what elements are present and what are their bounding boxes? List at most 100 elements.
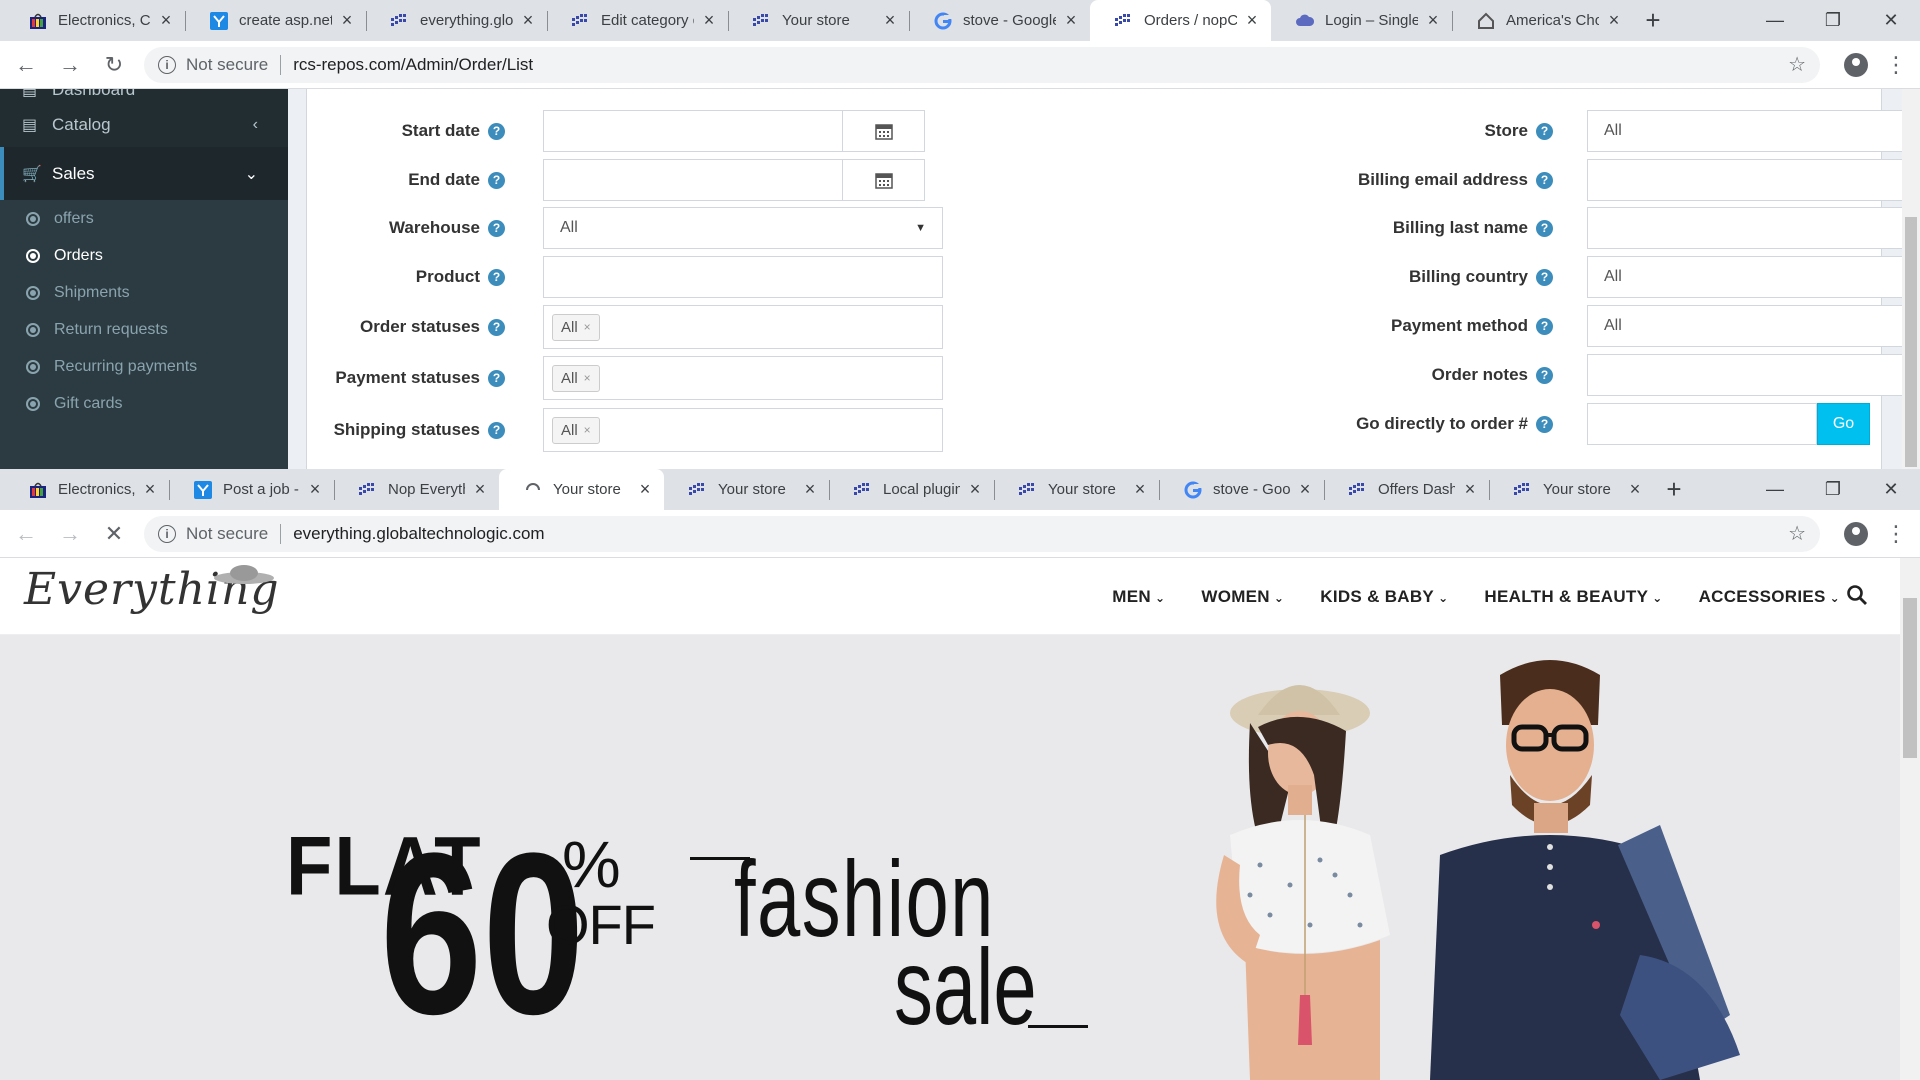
close-icon[interactable]: ×: [1131, 479, 1149, 500]
close-icon[interactable]: ×: [1605, 10, 1623, 31]
billing-email-input[interactable]: [1587, 159, 1920, 201]
minimize-icon[interactable]: —: [1746, 469, 1804, 510]
calendar-icon[interactable]: [843, 159, 925, 201]
star-icon[interactable]: ☆: [1788, 521, 1806, 546]
scroll-thumb[interactable]: [1903, 598, 1917, 758]
menu-item-women[interactable]: WOMEN ⌄: [1201, 587, 1284, 607]
sidebar-sub-gift-cards[interactable]: Gift cards: [0, 385, 288, 422]
close-window-icon[interactable]: ✕: [1862, 0, 1920, 41]
close-icon[interactable]: ×: [471, 479, 489, 500]
help-icon[interactable]: ?: [488, 219, 505, 237]
product-input[interactable]: [543, 256, 943, 298]
tab[interactable]: everything.glob ×: [366, 0, 547, 41]
menu-item-men[interactable]: MEN ⌄: [1112, 587, 1165, 607]
url-field[interactable]: i Not secure rcs-repos.com/Admin/Order/L…: [144, 46, 1820, 83]
tab[interactable]: create asp.net r ×: [185, 0, 366, 41]
payment-statuses-multiselect[interactable]: All ×: [543, 356, 943, 400]
menu-item-accessories[interactable]: ACCESSORIES ⌄: [1699, 587, 1840, 607]
menu-icon[interactable]: ⋮: [1878, 52, 1914, 78]
help-icon[interactable]: ?: [488, 369, 505, 387]
store-scrollbar[interactable]: [1900, 558, 1920, 1080]
tab[interactable]: Offers Dashb ×: [1324, 469, 1489, 510]
tab-active[interactable]: Orders / nopCo ×: [1090, 0, 1271, 41]
close-icon[interactable]: ×: [306, 479, 324, 500]
sidebar-sub-offers[interactable]: offers: [0, 200, 288, 237]
back-icon[interactable]: ←: [8, 516, 44, 552]
menu-icon[interactable]: ⋮: [1878, 521, 1914, 547]
order-statuses-multiselect[interactable]: All ×: [543, 305, 943, 349]
tab-active[interactable]: Your store ×: [499, 469, 664, 510]
remove-icon[interactable]: ×: [584, 320, 591, 334]
star-icon[interactable]: ☆: [1788, 52, 1806, 77]
stop-loading-icon[interactable]: ✕: [96, 516, 132, 552]
help-icon[interactable]: ?: [1536, 415, 1553, 433]
end-date-input[interactable]: [543, 159, 843, 201]
account-icon[interactable]: [1834, 52, 1878, 77]
tab[interactable]: Your store ×: [1489, 469, 1654, 510]
close-icon[interactable]: ×: [1296, 479, 1314, 500]
tab[interactable]: Edit category d ×: [547, 0, 728, 41]
reload-icon[interactable]: ↻: [96, 47, 132, 83]
help-icon[interactable]: ?: [488, 421, 505, 439]
forward-icon[interactable]: →: [52, 516, 88, 552]
help-icon[interactable]: ?: [488, 171, 505, 189]
close-icon[interactable]: ×: [1243, 10, 1261, 31]
sidebar-sub-return-requests[interactable]: Return requests: [0, 311, 288, 348]
billing-country-select[interactable]: All ▼: [1587, 256, 1920, 298]
info-icon[interactable]: i: [158, 55, 176, 74]
admin-scrollbar[interactable]: [1902, 89, 1920, 469]
store-select[interactable]: All ▼: [1587, 110, 1920, 152]
info-icon[interactable]: i: [158, 524, 176, 543]
tab[interactable]: Nop Everyth ×: [334, 469, 499, 510]
shipping-statuses-multiselect[interactable]: All ×: [543, 408, 943, 452]
help-icon[interactable]: ?: [1536, 171, 1553, 189]
promo-banner[interactable]: FLAT 60 % OFF fashion sale: [0, 635, 1900, 1080]
close-icon[interactable]: ×: [519, 10, 537, 31]
menu-item-kids-baby[interactable]: KIDS & BABY ⌄: [1320, 587, 1448, 607]
sidebar-sub-orders[interactable]: Orders: [0, 237, 288, 274]
search-icon[interactable]: [1846, 584, 1868, 606]
menu-item-health-beauty[interactable]: HEALTH & BEAUTY ⌄: [1484, 587, 1662, 607]
close-icon[interactable]: ×: [1626, 479, 1644, 500]
go-button[interactable]: Go: [1817, 403, 1870, 445]
sidebar-sub-shipments[interactable]: Shipments: [0, 274, 288, 311]
help-icon[interactable]: ?: [1536, 268, 1553, 286]
minimize-icon[interactable]: —: [1746, 0, 1804, 41]
payment-method-select[interactable]: All ▼: [1587, 305, 1920, 347]
tab[interactable]: Electronics, C ×: [4, 469, 169, 510]
calendar-icon[interactable]: [843, 110, 925, 152]
close-icon[interactable]: ×: [1062, 10, 1080, 31]
help-icon[interactable]: ?: [1536, 317, 1553, 335]
help-icon[interactable]: ?: [1536, 219, 1553, 237]
forward-icon[interactable]: →: [52, 47, 88, 83]
tab[interactable]: Your store ×: [664, 469, 829, 510]
sidebar-sub-recurring-payments[interactable]: Recurring payments: [0, 348, 288, 385]
help-icon[interactable]: ?: [488, 268, 505, 286]
sidebar-item-catalog[interactable]: ▤ Catalog ‹: [0, 103, 288, 147]
warehouse-select[interactable]: All ▼: [543, 207, 943, 249]
order-number-input[interactable]: [1587, 403, 1817, 445]
start-date-input[interactable]: [543, 110, 843, 152]
help-icon[interactable]: ?: [488, 318, 505, 336]
close-icon[interactable]: ×: [636, 479, 654, 500]
restore-icon[interactable]: ❐: [1804, 0, 1862, 41]
account-icon[interactable]: [1834, 521, 1878, 546]
close-icon[interactable]: ×: [966, 479, 984, 500]
help-icon[interactable]: ?: [1536, 122, 1553, 140]
remove-icon[interactable]: ×: [584, 371, 591, 385]
close-window-icon[interactable]: ✕: [1862, 469, 1920, 510]
close-icon[interactable]: ×: [141, 479, 159, 500]
new-tab-button[interactable]: +: [1654, 469, 1694, 510]
back-icon[interactable]: ←: [8, 47, 44, 83]
restore-icon[interactable]: ❐: [1804, 469, 1862, 510]
tab[interactable]: stove - Google ×: [909, 0, 1090, 41]
close-icon[interactable]: ×: [1461, 479, 1479, 500]
tab[interactable]: Electronics, Car ×: [4, 0, 185, 41]
close-icon[interactable]: ×: [881, 10, 899, 31]
url-field[interactable]: i Not secure everything.globaltechnologi…: [144, 515, 1820, 552]
tab[interactable]: America's Choi ×: [1452, 0, 1633, 41]
help-icon[interactable]: ?: [488, 122, 505, 140]
billing-last-name-input[interactable]: [1587, 207, 1920, 249]
close-icon[interactable]: ×: [1424, 10, 1442, 31]
tab[interactable]: Local plugin ×: [829, 469, 994, 510]
